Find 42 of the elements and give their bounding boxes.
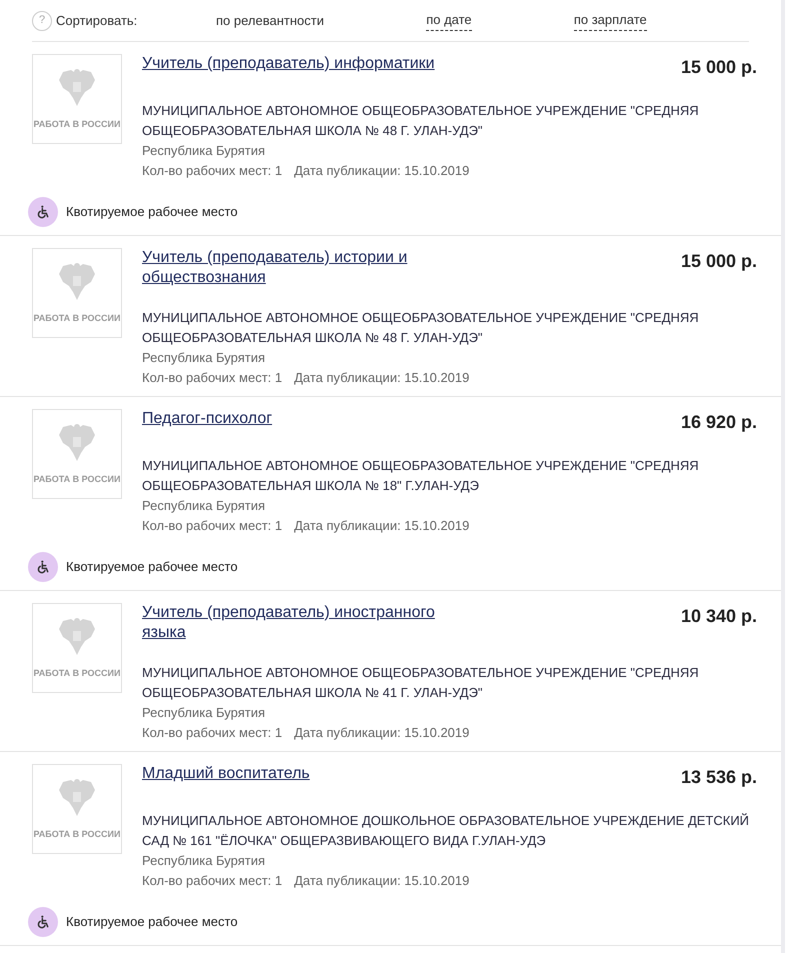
employer-name: МУНИЦИПАЛЬНОЕ АВТОНОМНОЕ ОБЩЕОБРАЗОВАТЕЛЬНОЕ УЧРЕЖДЕНИЕ "СРЕДНЯЯ ОБЩЕОБРАЗОВАТЕЛЬНАЯ ШКОЛА № 41 Г. УЛАН-УДЭ" [142, 664, 700, 702]
workplaces-count: Кол-во рабочих мест: 1 [142, 872, 282, 890]
sort-label: Сортировать: [56, 12, 138, 30]
employer-name: МУНИЦИПАЛЬНОЕ АВТОНОМНОЕ ДОШКОЛЬНОЕ ОБРАЗОВАТЕЛЬНОЕ УЧРЕЖДЕНИЕ ДЕТСКИЙ САД № 161 "ЁЛОЧКА" ОБЩЕРАЗВИВАЮЩЕГО ВИДА Г.УЛАН-УДЭ [142, 812, 750, 850]
region: Республика Бурятия [142, 704, 266, 722]
region: Республика Бурятия [142, 497, 266, 515]
sort-option[interactable]: по зарплате [574, 10, 647, 31]
sort-option[interactable]: по релевантности [216, 10, 324, 30]
salary: 10 340 р. [680, 605, 757, 628]
vacancy-title-link[interactable]: Учитель (преподаватель) истории и обществознания [142, 248, 482, 288]
region: Республика Бурятия [142, 852, 266, 870]
salary: 13 536 р. [680, 766, 757, 789]
vacancy-title-link[interactable]: Младший воспитатель [142, 764, 310, 791]
publication-date: Дата публикации: 15.10.2019 [294, 517, 470, 535]
publication-date: Дата публикации: 15.10.2019 [294, 162, 470, 180]
logo-text: РАБОТА В РОССИИ [34, 667, 120, 680]
salary: 16 920 р. [680, 411, 757, 434]
publication-date: Дата публикации: 15.10.2019 [294, 369, 470, 387]
workplaces-count: Кол-во рабочих мест: 1 [142, 517, 282, 535]
workplaces-count: Кол-во рабочих мест: 1 [142, 369, 282, 387]
salary: 15 000 р. [680, 56, 757, 79]
logo-text: РАБОТА В РОССИИ [34, 118, 120, 132]
quota-label: Квотируемое рабочее место [66, 203, 238, 222]
employer-name: МУНИЦИПАЛЬНОЕ АВТОНОМНОЕ ОБЩЕОБРАЗОВАТЕЛЬНОЕ УЧРЕЖДЕНИЕ "СРЕДНЯЯ ОБЩЕОБРАЗОВАТЕЛЬНАЯ ШКОЛА № 48 Г. УЛАН-УДЭ" [142, 102, 700, 140]
employer-name: МУНИЦИПАЛЬНОЕ АВТОНОМНОЕ ОБЩЕОБРАЗОВАТЕЛЬНОЕ УЧРЕЖДЕНИЕ "СРЕДНЯЯ ОБЩЕОБРАЗОВАТЕЛЬНАЯ ШКОЛА № 48 Г. УЛАН-УДЭ" [142, 309, 700, 347]
workplaces-count: Кол-во рабочих мест: 1 [142, 724, 282, 742]
vacancy-title-link[interactable]: Педагог-психолог [142, 409, 272, 436]
logo-text: РАБОТА В РОССИИ [34, 312, 120, 326]
publication-date: Дата публикации: 15.10.2019 [294, 724, 470, 742]
salary: 15 000 р. [680, 250, 757, 273]
employer-name: МУНИЦИПАЛЬНОЕ АВТОНОМНОЕ ОБЩЕОБРАЗОВАТЕЛЬНОЕ УЧРЕЖДЕНИЕ "СРЕДНЯЯ ОБЩЕОБРАЗОВАТЕЛЬНАЯ ШКОЛА № 18" Г.УЛАН-УДЭ [142, 457, 700, 495]
workplaces-count: Кол-во рабочих мест: 1 [142, 162, 282, 180]
logo-text: РАБОТА В РОССИИ [34, 473, 120, 486]
quota-label: Квотируемое рабочее место [66, 913, 238, 932]
vacancy-title-link[interactable]: Учитель (преподаватель) информатики [142, 54, 435, 81]
publication-date: Дата публикации: 15.10.2019 [294, 872, 470, 890]
quota-label: Квотируемое рабочее место [66, 558, 238, 576]
vacancy-title-link[interactable]: Учитель (преподаватель) иностранного языка [142, 603, 482, 643]
sort-option[interactable]: по дате [426, 10, 472, 31]
region: Республика Бурятия [142, 349, 266, 367]
logo-text: РАБОТА В РОССИИ [34, 828, 120, 842]
region: Республика Бурятия [142, 142, 266, 160]
